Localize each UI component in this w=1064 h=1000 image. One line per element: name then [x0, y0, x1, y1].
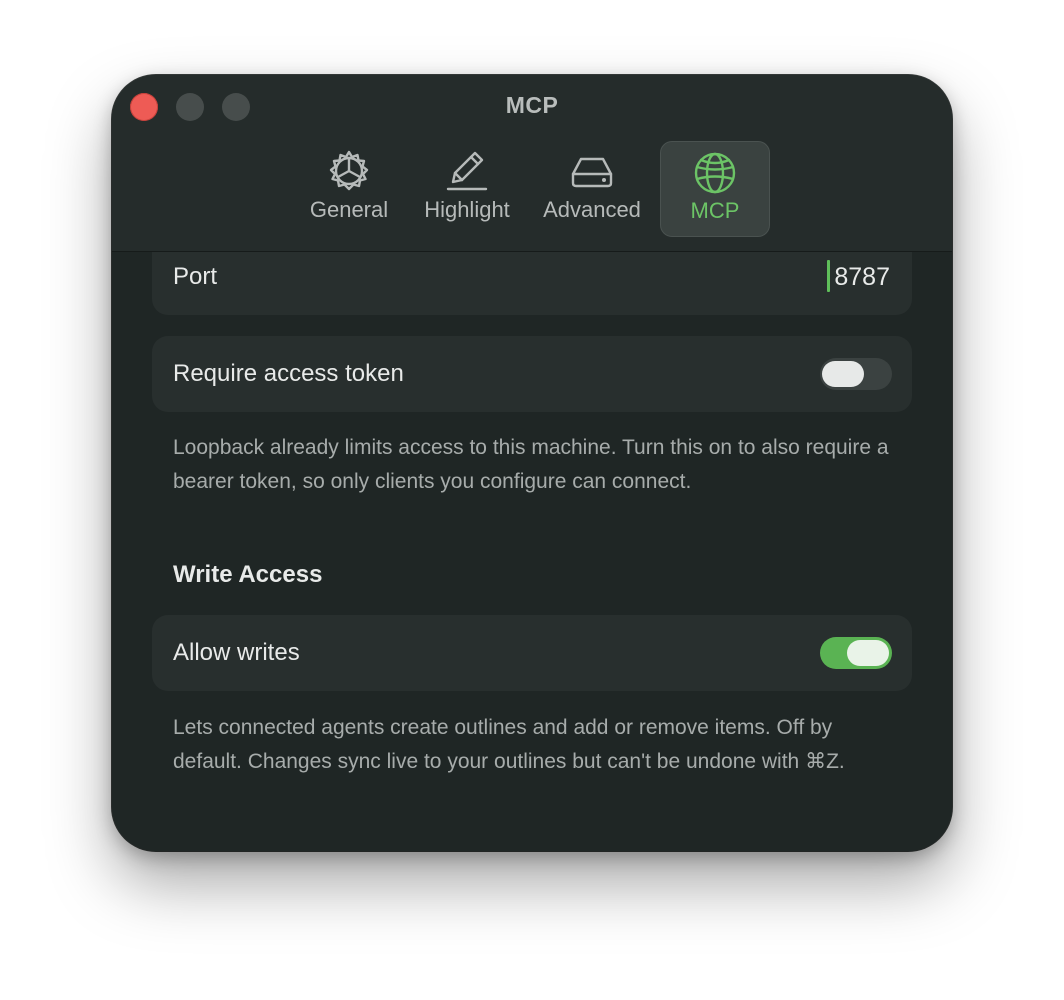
window-title: MCP — [505, 92, 559, 118]
access-token-description: Loopback already limits access to this m… — [173, 436, 889, 493]
tab-general-label: General — [309, 197, 389, 222]
access-token-row: Require access token — [152, 336, 912, 412]
allow-writes-description: Lets connected agents create outlines an… — [173, 716, 845, 773]
port-label: Port — [173, 263, 218, 290]
toolbar: MCP General Highlight Advanced MCP — [112, 75, 952, 252]
allow-writes-label: Allow writes — [173, 639, 300, 666]
text-caret — [827, 260, 830, 292]
tab-general[interactable]: General — [304, 141, 394, 235]
tab-advanced-label: Advanced — [543, 197, 641, 222]
preferences-window: Port 8787 Require access token Loopback … — [112, 75, 952, 851]
allow-writes-toggle[interactable] — [820, 637, 892, 669]
tab-mcp[interactable]: MCP — [660, 141, 770, 237]
toggle-knob — [847, 640, 889, 666]
tab-highlight-label: Highlight — [424, 197, 510, 222]
port-input[interactable]: 8787 — [834, 263, 890, 292]
gear-icon — [329, 150, 369, 191]
pencil-icon — [446, 151, 488, 191]
globe-icon — [694, 152, 736, 194]
tab-mcp-label: MCP — [690, 198, 740, 223]
tab-highlight[interactable]: Highlight — [416, 141, 518, 235]
access-token-toggle[interactable] — [820, 358, 892, 390]
toggle-knob — [822, 361, 864, 387]
write-access-heading: Write Access — [173, 561, 323, 588]
tab-advanced[interactable]: Advanced — [538, 141, 646, 235]
access-token-label: Require access token — [173, 360, 404, 387]
allow-writes-row: Allow writes — [152, 615, 912, 691]
drive-icon — [571, 157, 613, 188]
